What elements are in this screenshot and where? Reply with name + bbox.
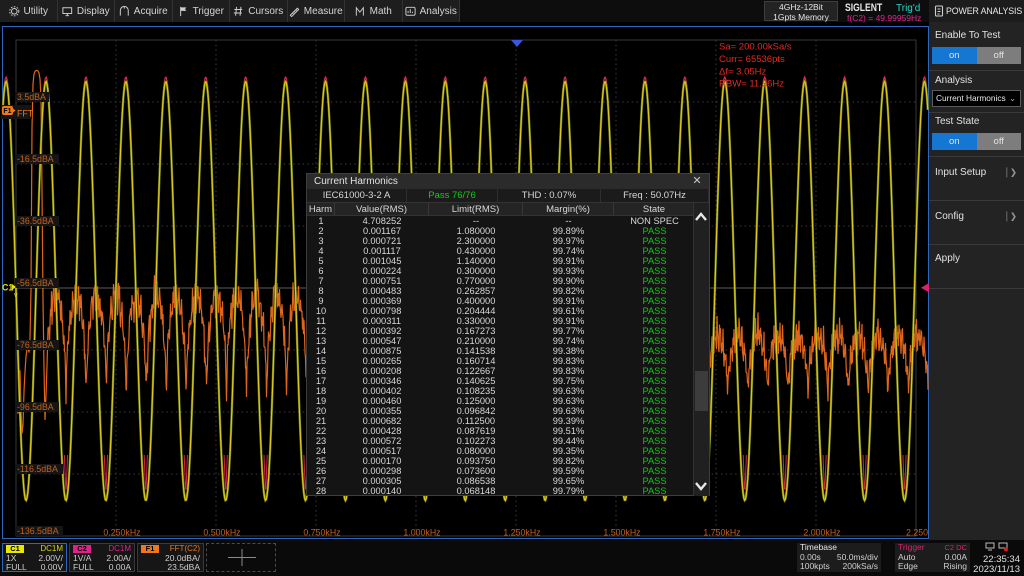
svg-text:Δf= 3.05Hz: Δf= 3.05Hz [719,66,767,77]
svg-text:-96.5dBA: -96.5dBA [17,402,54,412]
svg-text:1.000kHz: 1.000kHz [403,528,440,538]
svg-text:0.250kHz: 0.250kHz [103,528,140,538]
svg-text:0.750kHz: 0.750kHz [303,528,340,538]
svg-text:0.500kHz: 0.500kHz [203,528,240,538]
svg-text:-16.5dBA: -16.5dBA [17,154,54,164]
svg-text:1.750kHz: 1.750kHz [703,528,740,538]
svg-text:2.000kHz: 2.000kHz [803,528,840,538]
svg-text:Sa= 200.00kSa/s: Sa= 200.00kSa/s [719,42,792,53]
svg-text:-56.5dBA: -56.5dBA [17,278,54,288]
svg-text:1.500kHz: 1.500kHz [603,528,640,538]
svg-text:RBW= 11.36Hz: RBW= 11.36Hz [719,79,784,90]
svg-text:-116.5dBA: -116.5dBA [17,464,58,474]
svg-text:v: v [14,292,18,299]
svg-text:-36.5dBA: -36.5dBA [17,216,54,226]
svg-text:2.250: 2.250 [906,528,928,538]
svg-text:FFT: FFT [17,109,34,119]
svg-text:-76.5dBA: -76.5dBA [17,340,54,350]
svg-text:3.5dBA: 3.5dBA [17,92,46,102]
svg-text:Curr= 65536pts: Curr= 65536pts [719,54,785,65]
svg-text:F1: F1 [3,108,11,115]
svg-text:-136.5dBA: -136.5dBA [17,526,59,536]
svg-text:C1: C1 [2,283,13,293]
svg-text:1.250kHz: 1.250kHz [503,528,540,538]
